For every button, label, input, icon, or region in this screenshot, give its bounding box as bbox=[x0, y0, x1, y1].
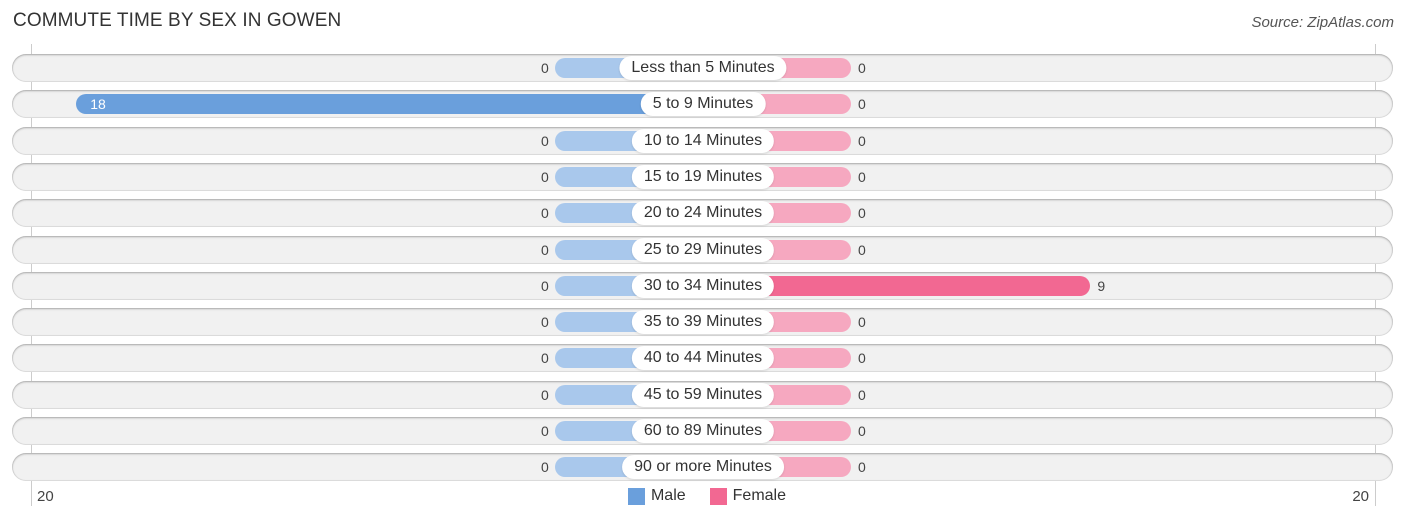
category-label: Less than 5 Minutes bbox=[619, 56, 787, 80]
value-label-male: 0 bbox=[541, 241, 549, 258]
category-label: 35 to 39 Minutes bbox=[631, 310, 775, 335]
value-label-male: 0 bbox=[541, 386, 549, 403]
legend-swatch-male bbox=[627, 487, 645, 505]
value-label-female: 0 bbox=[858, 168, 866, 185]
category-label: 60 to 89 Minutes bbox=[631, 419, 775, 443]
legend-item-male: Male bbox=[627, 487, 686, 505]
value-label-male: 0 bbox=[541, 277, 549, 294]
value-label-female: 0 bbox=[858, 386, 866, 403]
value-label-female: 0 bbox=[858, 132, 866, 149]
value-label-female: 0 bbox=[858, 314, 866, 331]
value-label-male: 18 bbox=[90, 96, 106, 113]
value-label-male: 0 bbox=[541, 459, 549, 476]
value-label-female: 0 bbox=[858, 423, 866, 439]
value-label-male: 0 bbox=[541, 205, 549, 222]
category-label: 10 to 14 Minutes bbox=[631, 128, 775, 153]
category-label: 20 to 24 Minutes bbox=[631, 201, 775, 226]
legend: Male Female bbox=[0, 487, 1406, 505]
source-label: Source: ZipAtlas.com bbox=[1251, 14, 1394, 31]
category-label: 30 to 34 Minutes bbox=[631, 273, 775, 298]
value-label-male: 0 bbox=[541, 423, 549, 439]
category-label: 45 to 59 Minutes bbox=[631, 382, 775, 407]
category-label: 25 to 29 Minutes bbox=[631, 237, 775, 262]
value-label-female: 0 bbox=[858, 205, 866, 222]
value-label-female: 0 bbox=[858, 350, 866, 367]
bar-male bbox=[76, 94, 703, 115]
value-label-male: 0 bbox=[541, 314, 549, 331]
legend-item-female: Female bbox=[709, 487, 787, 505]
chart-title: COMMUTE TIME BY SEX IN GOWEN bbox=[13, 10, 342, 31]
value-label-female: 0 bbox=[858, 96, 866, 113]
category-label: 15 to 19 Minutes bbox=[631, 164, 775, 189]
legend-label-male: Male bbox=[650, 487, 686, 504]
category-label: 5 to 9 Minutes bbox=[640, 92, 766, 117]
value-label-female: 0 bbox=[858, 459, 866, 476]
value-label-female: 9 bbox=[1097, 277, 1106, 294]
value-label-female: 0 bbox=[858, 60, 866, 76]
value-label-male: 0 bbox=[541, 350, 549, 367]
legend-label-female: Female bbox=[732, 487, 787, 504]
value-label-male: 0 bbox=[541, 60, 549, 76]
legend-swatch-female bbox=[709, 487, 727, 505]
value-label-female: 0 bbox=[858, 241, 866, 258]
category-label: 40 to 44 Minutes bbox=[631, 346, 775, 371]
category-label: 90 or more Minutes bbox=[622, 455, 784, 480]
value-label-male: 0 bbox=[541, 168, 549, 185]
value-label-male: 0 bbox=[541, 132, 549, 149]
